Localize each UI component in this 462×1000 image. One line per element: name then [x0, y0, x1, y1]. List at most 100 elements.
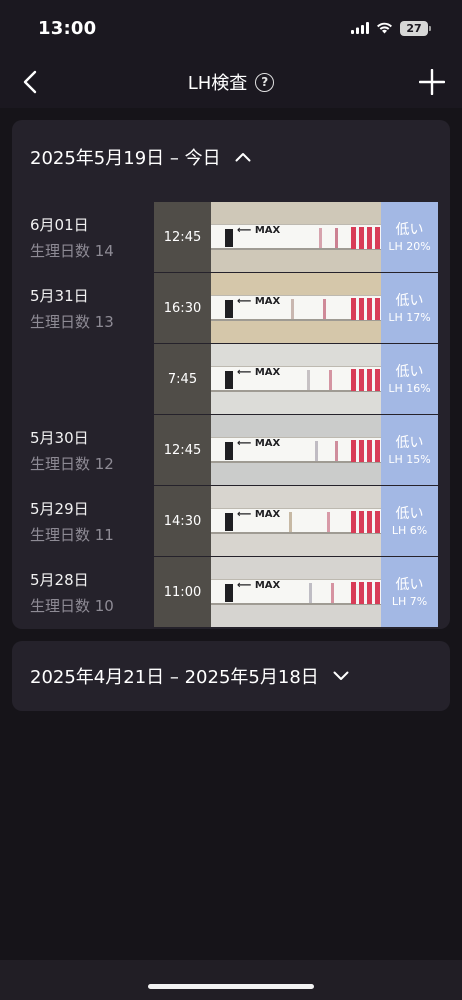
- result-lh-value: LH 17%: [388, 310, 431, 324]
- page-title: LH検査 ?: [188, 69, 275, 95]
- stick-handle: [225, 442, 233, 460]
- test-entry[interactable]: 5月30日 生理日数 12 ⟵ MAX 12:45 低い LH 15%: [12, 415, 450, 486]
- result-level: 低い: [395, 363, 424, 380]
- help-glyph: ?: [261, 75, 269, 89]
- stick-max-label: ⟵ MAX: [237, 509, 281, 520]
- stick-lh-marking: [351, 511, 381, 533]
- test-strip-photo[interactable]: ⟵ MAX 7:45 低い LH 16%: [154, 344, 438, 414]
- chevron-down-icon: [333, 671, 349, 680]
- test-entry[interactable]: 6月01日 生理日数 14 ⟵ MAX 12:45 低い LH 20%: [12, 202, 450, 273]
- chevron-left-icon: [23, 70, 37, 94]
- test-stick: ⟵ MAX: [211, 508, 381, 534]
- status-bar: 13:00 27: [0, 0, 462, 56]
- current-period-card: 2025年5月19日 – 今日 6月01日 生理日数 14 ⟵ MAX 12:4…: [12, 120, 450, 629]
- test-line: [329, 370, 332, 390]
- test-line: [335, 441, 338, 461]
- test-stick: ⟵ MAX: [211, 579, 381, 605]
- strip-result: 低い LH 17%: [381, 273, 438, 343]
- test-strip-photo[interactable]: ⟵ MAX 11:00 低い LH 7%: [154, 557, 438, 627]
- stick-lh-marking: [351, 298, 381, 320]
- entry-cycle-day: 生理日数 11: [30, 526, 114, 544]
- strip-time: 16:30: [154, 273, 211, 343]
- stick-max-label: ⟵ MAX: [237, 580, 281, 591]
- strip-time: 12:45: [154, 415, 211, 485]
- strip-result: 低い LH 15%: [381, 415, 438, 485]
- control-line: [291, 299, 294, 319]
- current-period-label: 2025年5月19日 – 今日: [30, 148, 221, 169]
- test-entry[interactable]: ⟵ MAX 7:45 低い LH 16%: [12, 344, 450, 415]
- test-stick: ⟵ MAX: [211, 437, 381, 463]
- strip-time: 14:30: [154, 486, 211, 556]
- test-line: [323, 299, 326, 319]
- stick-handle: [225, 300, 233, 318]
- stick-lh-marking: [351, 440, 381, 462]
- result-lh-value: LH 15%: [388, 452, 431, 466]
- test-strip-photo[interactable]: ⟵ MAX 16:30 低い LH 17%: [154, 273, 438, 343]
- past-period-header[interactable]: 2025年4月21日 – 2025年5月18日: [30, 641, 349, 711]
- control-line: [319, 228, 322, 248]
- help-icon[interactable]: ?: [255, 72, 275, 92]
- add-button[interactable]: [416, 66, 448, 98]
- result-level: 低い: [395, 292, 424, 309]
- result-level: 低い: [395, 221, 424, 238]
- test-strip-photo[interactable]: ⟵ MAX 12:45 低い LH 15%: [154, 415, 438, 485]
- entry-date: 5月28日: [30, 571, 89, 589]
- test-line: [327, 512, 330, 532]
- home-area: [0, 960, 462, 1000]
- strip-time: 11:00: [154, 557, 211, 627]
- home-indicator[interactable]: [148, 984, 314, 989]
- test-line: [331, 583, 334, 603]
- stick-handle: [225, 371, 233, 389]
- signal-icon: [351, 22, 369, 34]
- stick-handle: [225, 513, 233, 531]
- stick-lh-marking: [351, 369, 381, 391]
- battery-level: 27: [406, 21, 422, 35]
- entry-cycle-day: 生理日数 14: [30, 242, 114, 260]
- nav-bar: LH検査 ?: [0, 56, 462, 108]
- strip-time: 7:45: [154, 344, 211, 414]
- strip-result: 低い LH 16%: [381, 344, 438, 414]
- entry-cycle-day: 生理日数 12: [30, 455, 114, 473]
- strip-result: 低い LH 20%: [381, 202, 438, 272]
- stick-lh-marking: [351, 582, 381, 604]
- test-stick: ⟵ MAX: [211, 366, 381, 392]
- result-lh-value: LH 16%: [388, 381, 431, 395]
- stick-max-label: ⟵ MAX: [237, 367, 281, 378]
- wifi-icon: [377, 22, 392, 34]
- test-entry[interactable]: 5月31日 生理日数 13 ⟵ MAX 16:30 低い LH 17%: [12, 273, 450, 344]
- plus-icon: [419, 69, 445, 95]
- result-lh-value: LH 7%: [391, 594, 428, 608]
- stick-handle: [225, 229, 233, 247]
- test-line: [335, 228, 338, 248]
- result-level: 低い: [395, 505, 424, 522]
- test-strip-photo[interactable]: ⟵ MAX 14:30 低い LH 6%: [154, 486, 438, 556]
- result-level: 低い: [395, 434, 424, 451]
- entry-cycle-day: 生理日数 13: [30, 313, 114, 331]
- strip-result: 低い LH 7%: [381, 557, 438, 627]
- stick-max-label: ⟵ MAX: [237, 296, 281, 307]
- stick-max-label: ⟵ MAX: [237, 438, 281, 449]
- past-period-label: 2025年4月21日 – 2025年5月18日: [30, 667, 319, 688]
- stick-max-label: ⟵ MAX: [237, 225, 281, 236]
- page-title-text: LH検査: [187, 73, 248, 94]
- test-strip-photo[interactable]: ⟵ MAX 12:45 低い LH 20%: [154, 202, 438, 272]
- current-period-header[interactable]: 2025年5月19日 – 今日: [30, 120, 251, 194]
- control-line: [315, 441, 318, 461]
- stick-lh-marking: [351, 227, 381, 249]
- entry-date: 6月01日: [30, 216, 89, 234]
- test-stick: ⟵ MAX: [211, 224, 381, 250]
- status-time: 13:00: [38, 17, 97, 39]
- result-lh-value: LH 20%: [388, 239, 431, 253]
- past-period-card[interactable]: 2025年4月21日 – 2025年5月18日: [12, 641, 450, 711]
- strip-time: 12:45: [154, 202, 211, 272]
- entry-date: 5月30日: [30, 429, 89, 447]
- test-entry[interactable]: 5月28日 生理日数 10 ⟵ MAX 11:00 低い LH 7%: [12, 557, 450, 628]
- back-button[interactable]: [14, 66, 46, 98]
- content-area: 2025年5月19日 – 今日 6月01日 生理日数 14 ⟵ MAX 12:4…: [0, 108, 462, 960]
- status-icons: 27: [351, 20, 431, 36]
- battery-icon: 27: [400, 20, 431, 36]
- strip-result: 低い LH 6%: [381, 486, 438, 556]
- test-entries: 6月01日 生理日数 14 ⟵ MAX 12:45 低い LH 20% 5月31…: [12, 202, 450, 628]
- test-entry[interactable]: 5月29日 生理日数 11 ⟵ MAX 14:30 低い LH 6%: [12, 486, 450, 557]
- chevron-up-icon: [235, 153, 251, 162]
